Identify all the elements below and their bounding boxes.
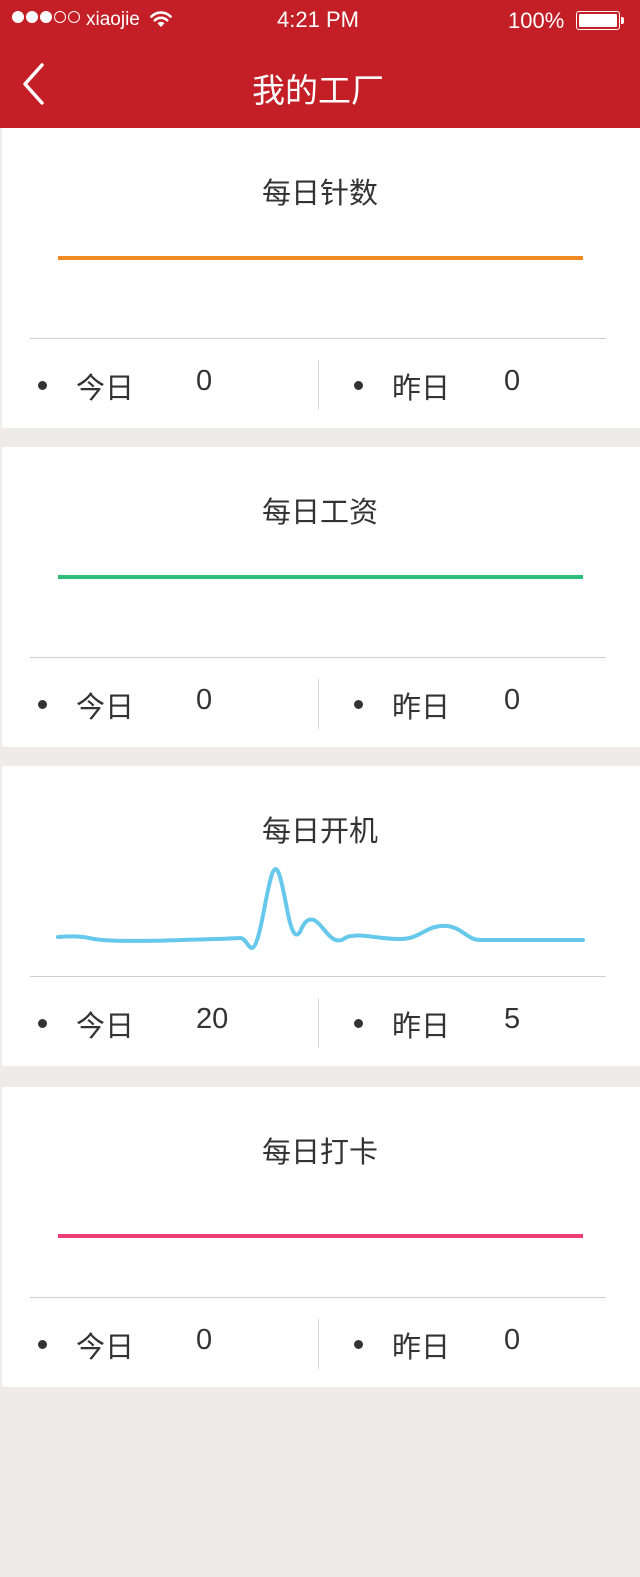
today-value: 0	[196, 365, 213, 397]
daily-machine-on-chart	[56, 867, 585, 950]
card-title: 每日工资	[261, 495, 378, 529]
bullet-icon	[38, 1019, 47, 1028]
bullet-icon	[354, 1019, 363, 1028]
navigation-bar: 我的工厂	[0, 40, 640, 128]
yesterday-label: 昨日	[392, 371, 451, 405]
divider	[30, 657, 606, 658]
battery-percentage: 100%	[508, 8, 565, 33]
bullet-icon	[38, 700, 47, 709]
card-title: 每日开机	[261, 814, 378, 848]
daily-wages-chart	[58, 575, 583, 579]
bullet-icon	[354, 700, 363, 709]
page-title: 我的工厂	[252, 71, 384, 110]
divider	[30, 338, 606, 339]
today-label: 今日	[76, 371, 135, 405]
card-title: 每日针数	[261, 176, 378, 210]
divider-vertical	[318, 1319, 319, 1369]
daily-stitches-chart	[58, 256, 583, 260]
bullet-icon	[38, 381, 47, 390]
today-label: 今日	[76, 1330, 135, 1364]
yesterday-value: 0	[504, 1324, 521, 1356]
bullet-icon	[354, 381, 363, 390]
yesterday-value: 0	[504, 365, 521, 397]
battery-tip	[621, 17, 624, 24]
yesterday-value: 0	[504, 684, 521, 716]
divider	[30, 976, 606, 977]
today-value: 0	[196, 1324, 213, 1356]
bullet-icon	[354, 1340, 363, 1349]
yesterday-label: 昨日	[392, 690, 451, 724]
today-value: 0	[196, 684, 213, 716]
yesterday-label: 昨日	[392, 1330, 451, 1364]
today-label: 今日	[76, 690, 135, 724]
daily-checkin-card[interactable]: 每日打卡 今日 0 昨日 0	[2, 1087, 640, 1387]
divider-vertical	[318, 998, 319, 1048]
daily-machine-on-line	[56, 867, 585, 950]
today-value: 20	[196, 1003, 229, 1035]
yesterday-value: 5	[504, 1003, 521, 1035]
daily-machine-on-card[interactable]: 每日开机 今日 20 昨日 5	[2, 766, 640, 1066]
today-label: 今日	[76, 1009, 135, 1043]
divider	[30, 1297, 606, 1298]
bullet-icon	[38, 1340, 47, 1349]
status-bar: xiaojie 4:21 PM 100%	[0, 0, 640, 40]
divider-vertical	[318, 679, 319, 729]
divider-vertical	[318, 360, 319, 410]
daily-wages-card[interactable]: 每日工资 今日 0 昨日 0	[2, 447, 640, 747]
battery-icon	[576, 11, 620, 30]
card-title: 每日打卡	[261, 1135, 378, 1169]
daily-checkin-chart	[58, 1234, 583, 1238]
daily-stitches-card[interactable]: 每日针数 今日 0 昨日 0	[2, 128, 640, 428]
yesterday-label: 昨日	[392, 1009, 451, 1043]
